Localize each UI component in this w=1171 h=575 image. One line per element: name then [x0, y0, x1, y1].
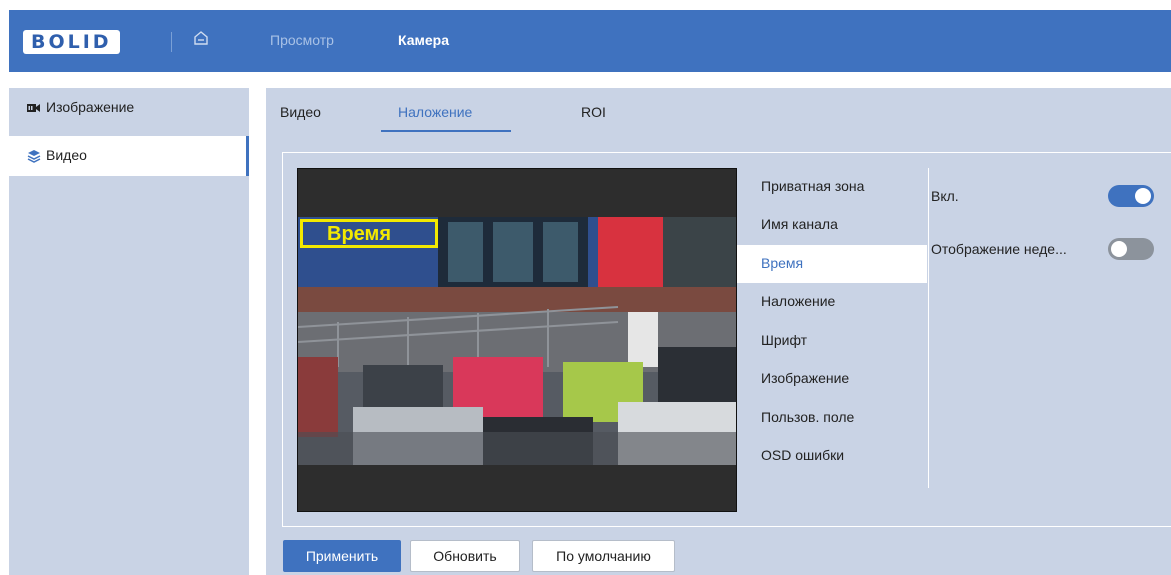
sidebar-item-label: Видео: [46, 147, 87, 163]
menu-divider: [928, 168, 929, 488]
time-overlay-box[interactable]: Время: [300, 219, 438, 248]
menu-item-label: Изображение: [761, 370, 850, 386]
default-button[interactable]: По умолчанию: [532, 540, 675, 572]
menu-item-osd-errors[interactable]: OSD ошибки: [737, 437, 927, 475]
top-bar: BOLID Просмотр Камера: [9, 10, 1171, 72]
menu-item-label: Пользов. поле: [761, 409, 855, 425]
brand-logo: BOLID: [23, 30, 120, 54]
home-icon[interactable]: [192, 29, 210, 47]
video-preview[interactable]: Время: [297, 168, 737, 512]
menu-item-label: Шрифт: [761, 332, 808, 348]
menu-item-font[interactable]: Шрифт: [737, 322, 927, 360]
toggle-knob: [1135, 188, 1151, 204]
sidebar-item-video[interactable]: Видео: [9, 136, 249, 176]
menu-item-label: Время: [761, 255, 804, 271]
menu-item-privacy-zone[interactable]: Приватная зона: [737, 168, 927, 206]
menu-item-label: Имя канала: [761, 216, 838, 232]
tab-bar: Видео Наложение ROI: [266, 88, 1171, 134]
menu-item-overlay[interactable]: Наложение: [737, 283, 927, 321]
enable-label: Вкл.: [931, 188, 959, 204]
overlay-menu: Приватная зона Имя канала Время Наложени…: [737, 168, 928, 488]
menu-item-label: OSD ошибки: [761, 447, 845, 463]
menu-item-label: Приватная зона: [761, 178, 865, 194]
weekday-display-label: Отображение неде...: [931, 241, 1067, 257]
layers-icon: [27, 149, 41, 163]
menu-item-custom-field[interactable]: Пользов. поле: [737, 399, 927, 437]
sidebar-item-label: Изображение: [46, 99, 135, 115]
refresh-button[interactable]: Обновить: [410, 540, 520, 572]
time-overlay-label: Время: [327, 223, 391, 245]
menu-item-time[interactable]: Время: [737, 245, 927, 283]
tab-video[interactable]: Видео: [280, 104, 321, 120]
logo-divider: [171, 32, 172, 52]
main-content: Видео Наложение ROI Время Приватная зона…: [266, 88, 1171, 575]
weekday-display-toggle[interactable]: [1108, 238, 1154, 260]
menu-item-image[interactable]: Изображение: [737, 360, 927, 398]
tab-roi[interactable]: ROI: [581, 104, 606, 120]
camera-scene: Время: [298, 217, 736, 465]
nav-camera[interactable]: Камера: [398, 32, 449, 48]
menu-item-channel-name[interactable]: Имя канала: [737, 206, 927, 244]
apply-button[interactable]: Применить: [283, 540, 401, 572]
toggle-knob: [1111, 241, 1127, 257]
sidebar: Изображение Видео: [9, 88, 249, 575]
menu-item-label: Наложение: [761, 293, 836, 309]
nav-preview[interactable]: Просмотр: [270, 32, 334, 48]
camera-icon: [27, 101, 41, 115]
active-tab-indicator: [381, 130, 511, 132]
sidebar-item-image[interactable]: Изображение: [9, 88, 249, 128]
tab-overlay[interactable]: Наложение: [398, 104, 472, 120]
enable-toggle[interactable]: [1108, 185, 1154, 207]
